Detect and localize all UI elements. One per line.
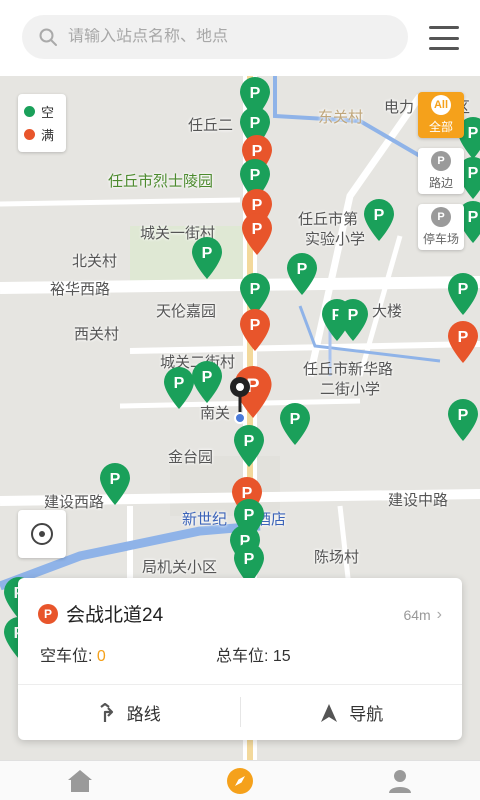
parking-icon: P [431,207,451,227]
tab-home[interactable] [0,761,160,800]
map-label: 建设中路 [388,492,449,509]
filter-parking-lot-button[interactable]: P 停车场 [418,204,464,250]
map-label: 裕华西路 [50,281,111,298]
map-label: 电力 [384,99,415,116]
svg-text:P: P [290,411,301,428]
map-label: 任丘市新华路 [303,361,394,378]
svg-text:P: P [244,433,255,450]
parking-marker[interactable]: P [190,360,224,404]
parking-marker[interactable]: P [240,212,274,256]
svg-text:P: P [202,245,213,262]
tab-profile[interactable] [320,761,480,800]
map-label: 陈场村 [314,549,360,566]
parking-marker[interactable]: P [446,398,480,442]
map-label: 实验小学 [305,231,366,248]
map-label: 局机关小区 [142,559,218,576]
top-bar [0,0,480,76]
filter-roadside-button[interactable]: P 路边 [418,148,464,194]
svg-text:P: P [250,115,261,132]
parking-icon: P [431,151,451,171]
svg-text:P: P [348,307,359,324]
map-label: 西关村 [74,326,120,343]
hamburger-menu-icon[interactable] [426,22,462,54]
parking-marker[interactable]: P [278,402,312,446]
svg-text:P: P [250,281,261,298]
parking-marker[interactable]: P [285,252,319,296]
map-label: 任丘市第 [298,211,359,228]
legend-empty: 空 [24,100,60,123]
search-input[interactable] [68,28,388,46]
map-label: 二街小学 [320,381,381,398]
card-title: P 会战北道24 [38,600,163,627]
tab-discover[interactable] [160,761,320,800]
svg-text:P: P [374,207,385,224]
status-legend: 空 满 [18,94,66,152]
free-spaces-value: 0 [96,648,106,665]
map-label: 任丘市烈士陵园 [108,173,214,190]
total-spaces-value: 15 [272,648,291,665]
svg-text:P: P [468,209,479,226]
map-label: 任丘二 [188,117,234,134]
map-label: 建设西路 [44,494,105,511]
svg-text:P: P [297,261,308,278]
svg-text:P: P [250,85,261,102]
search-bar[interactable] [22,15,408,59]
parking-marker[interactable]: P [446,320,480,364]
parking-marker[interactable]: P [190,236,224,280]
svg-text:P: P [458,329,469,346]
svg-text:P: P [458,407,469,424]
distance-value: 64m [403,607,431,623]
parking-marker[interactable]: P [446,272,480,316]
parking-marker[interactable]: P [232,424,266,468]
svg-text:P: P [174,375,185,392]
map-label: 新世纪 [182,511,228,528]
location-pin-icon [228,376,252,424]
svg-text:P: P [250,167,261,184]
station-name: 会战北道24 [66,605,164,626]
home-icon [68,769,92,792]
svg-text:P: P [252,221,263,238]
parking-marker[interactable]: P [98,462,132,506]
free-spaces-label: 空车位: [40,648,93,665]
route-button[interactable]: 路线 [18,685,240,740]
map-label: 南关 [200,405,231,422]
svg-text:P: P [250,317,261,334]
map-view[interactable]: 电力 区 东关村 任丘二 任丘市烈士陵园 城关一街村 任丘市第 实验小学 北关村… [0,76,480,760]
parking-marker[interactable]: P [336,298,370,342]
svg-text:P: P [244,507,255,524]
svg-text:P: P [202,369,213,386]
compass-icon [227,767,253,794]
navigate-button[interactable]: 导航 [241,685,463,740]
parking-info-card[interactable]: P 会战北道24 64m › 空车位: 0 总车位: 15 路线 导航 [18,578,462,740]
map-label: 东关村 [318,109,364,126]
filter-all-button[interactable]: All 全部 [418,92,464,138]
svg-text:P: P [110,471,121,488]
svg-text:P: P [244,551,255,568]
search-icon [39,28,57,46]
map-label: 北关村 [72,253,118,270]
route-icon [100,702,113,722]
svg-text:P: P [468,125,479,142]
map-label: 天伦嘉园 [156,303,217,320]
legend-full: 满 [24,123,60,146]
svg-text:P: P [458,281,469,298]
parking-marker[interactable]: P [362,198,396,242]
locate-button[interactable] [18,510,66,558]
map-label: 金台园 [168,449,214,466]
parking-icon: P [38,603,58,624]
svg-text:P: P [468,165,479,182]
target-icon [31,523,53,545]
map-label: 大楼 [372,303,403,320]
distance-link[interactable]: 64m › [403,606,442,624]
parking-marker[interactable]: P [238,308,272,352]
navigation-arrow-icon [321,703,338,722]
user-icon [389,769,411,793]
all-icon: All [431,95,451,115]
total-spaces-label: 总车位: [216,648,269,665]
card-actions: 路线 导航 [18,685,462,740]
bottom-tab-bar [0,760,480,800]
chevron-right-icon: › [436,606,442,623]
